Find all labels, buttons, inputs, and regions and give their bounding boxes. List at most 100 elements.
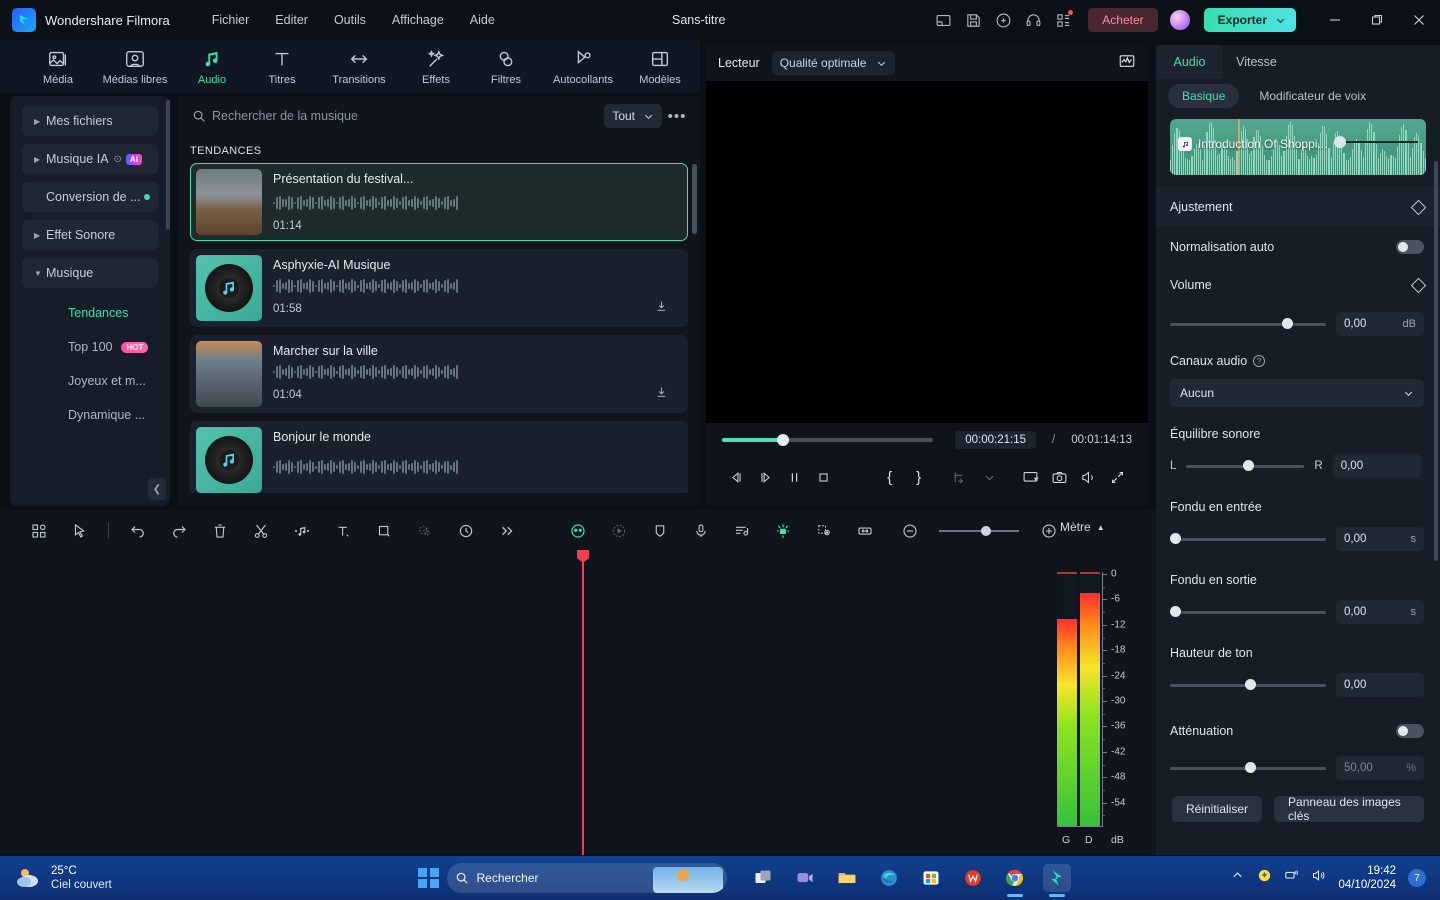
nav-item-effet-sonore[interactable]: ▶ Effet Sonore (22, 220, 158, 250)
tab-transitions[interactable]: Transitions (320, 48, 398, 86)
render-dropdown-icon[interactable] (974, 462, 1003, 492)
volume-slider[interactable] (1170, 318, 1326, 329)
player-seek-slider[interactable] (722, 434, 934, 446)
ducking-value-box[interactable]: 50,00 % (1336, 756, 1424, 780)
clip-volume-line[interactable] (1334, 136, 1418, 148)
volume-icon[interactable] (1311, 868, 1326, 888)
keyframe-diamond-icon[interactable] (1410, 277, 1427, 293)
subtab-basique[interactable]: Basique (1168, 84, 1240, 108)
leftnav-scrollbar[interactable] (166, 100, 170, 230)
volume-icon[interactable] (1074, 462, 1103, 492)
balance-slider[interactable] (1186, 460, 1305, 471)
menu-editer[interactable]: Editer (275, 13, 308, 27)
fade-in-value-box[interactable]: 0,00 s (1336, 527, 1424, 551)
menu-affichage[interactable]: Affichage (392, 13, 444, 27)
chat-icon[interactable] (791, 864, 819, 892)
clip-waveform-preview[interactable]: Introduction Of Shoppi... (1170, 119, 1426, 175)
voiceover-icon[interactable] (680, 516, 721, 546)
menu-fichier[interactable]: Fichier (212, 13, 250, 27)
add-text-icon[interactable] (322, 516, 363, 546)
redo-icon[interactable] (158, 516, 199, 546)
tab-stock-media[interactable]: Médias libres (96, 48, 174, 86)
save-icon[interactable] (958, 5, 988, 35)
delete-icon[interactable] (199, 516, 240, 546)
select-cursor-icon[interactable] (59, 516, 100, 546)
media-grid-icon[interactable] (18, 516, 59, 546)
fade-in-slider[interactable] (1170, 533, 1326, 544)
menu-outils[interactable]: Outils (334, 13, 366, 27)
nav-subitem-tendances[interactable]: Tendances (22, 296, 158, 330)
wps-office-icon[interactable] (959, 864, 987, 892)
zoom-slider[interactable] (939, 526, 1019, 536)
speed-icon[interactable] (445, 516, 486, 546)
nav-subitem-dynamique[interactable]: Dynamique ... (22, 398, 158, 432)
expand-icon[interactable] (1103, 462, 1132, 492)
ducking-slider-handle[interactable] (1244, 762, 1256, 773)
tab-stickers[interactable]: Autocollants (544, 48, 622, 86)
tab-media[interactable]: Média (26, 48, 90, 86)
tab-filters[interactable]: Filtres (474, 48, 538, 86)
filter-dropdown[interactable]: Tout (604, 104, 662, 128)
menu-aide[interactable]: Aide (470, 13, 495, 27)
more-options-button[interactable]: ••• (662, 108, 692, 125)
edge-icon[interactable] (875, 864, 903, 892)
pitch-slider-handle[interactable] (1244, 679, 1256, 690)
nav-item-musique[interactable]: ▼ Musique (22, 258, 158, 288)
next-frame-icon[interactable] (751, 462, 780, 492)
filmora-icon[interactable] (1042, 864, 1071, 897)
apps-grid-icon[interactable] (1048, 5, 1078, 35)
meter-header[interactable]: Mètre ▲ (1060, 520, 1105, 534)
browser-scrollbar[interactable] (692, 164, 697, 234)
start-button-icon[interactable] (418, 867, 439, 889)
green-screen-icon[interactable] (404, 516, 445, 546)
tab-titles[interactable]: Titres (250, 48, 314, 86)
chevron-up-icon[interactable]: ▲ (1097, 523, 1105, 532)
taskbar-clock[interactable]: 19:42 04/10/2024 (1338, 864, 1396, 893)
ducking-slider[interactable] (1170, 762, 1326, 773)
nav-subitem-joyeux[interactable]: Joyeux et m... (22, 364, 158, 398)
close-button[interactable] (1398, 0, 1440, 40)
list-item[interactable]: Marcher sur la ville 01:04 (190, 335, 688, 413)
balance-slider-handle[interactable] (1243, 460, 1255, 471)
security-icon[interactable] (1257, 868, 1272, 888)
download-icon[interactable] (655, 386, 668, 404)
user-avatar[interactable] (1169, 10, 1190, 30)
help-circle-icon[interactable]: ? (1253, 355, 1266, 367)
store-icon[interactable] (917, 864, 945, 892)
mask-icon[interactable] (639, 516, 680, 546)
channels-dropdown[interactable]: Aucun (1170, 379, 1424, 407)
search-input[interactable] (212, 109, 605, 123)
section-ajustement[interactable]: Ajustement (1156, 187, 1440, 227)
list-item[interactable]: Bonjour le monde (190, 421, 688, 493)
fullscreen-display-icon[interactable] (1016, 462, 1045, 492)
tab-audio-properties[interactable]: Audio (1156, 45, 1223, 79)
crop-icon[interactable] (363, 516, 404, 546)
tab-audio[interactable]: Audio (180, 48, 244, 86)
keyframe-diamond-icon[interactable] (1410, 199, 1427, 215)
clip-volume-handle[interactable] (1334, 136, 1346, 148)
motion-tracking-icon[interactable] (598, 516, 639, 546)
network-icon[interactable] (1284, 868, 1299, 888)
nav-item-conversion[interactable]: Conversion de ... (22, 182, 158, 212)
pitch-slider[interactable] (1170, 679, 1326, 690)
minimize-button[interactable] (1314, 0, 1356, 40)
nav-item-mes-fichiers[interactable]: ▶ Mes fichiers (22, 106, 158, 136)
taskbar-search[interactable]: Rechercher (446, 863, 727, 893)
video-preview-canvas[interactable] (706, 81, 1148, 423)
color-match-icon[interactable] (557, 516, 598, 546)
stop-icon[interactable] (809, 462, 838, 492)
zoom-slider-handle[interactable] (981, 526, 991, 536)
auto-beat-sync-icon[interactable] (762, 516, 803, 546)
chrome-icon[interactable] (1001, 864, 1029, 897)
reset-button[interactable]: Réinitialiser (1172, 796, 1263, 822)
pause-icon[interactable] (780, 462, 809, 492)
timeline-playhead[interactable] (582, 550, 584, 855)
fit-timeline-icon[interactable] (844, 516, 885, 546)
quality-dropdown[interactable]: Qualité optimale (771, 51, 896, 75)
download-icon[interactable] (655, 300, 668, 318)
tab-templates[interactable]: Modèles (628, 48, 692, 86)
audio-detach-icon[interactable] (281, 516, 322, 546)
nav-subitem-top100[interactable]: Top 100 HOT (22, 330, 158, 364)
help-circle-icon[interactable]: ⊙ (114, 154, 122, 165)
tab-effects[interactable]: Effets (404, 48, 468, 86)
